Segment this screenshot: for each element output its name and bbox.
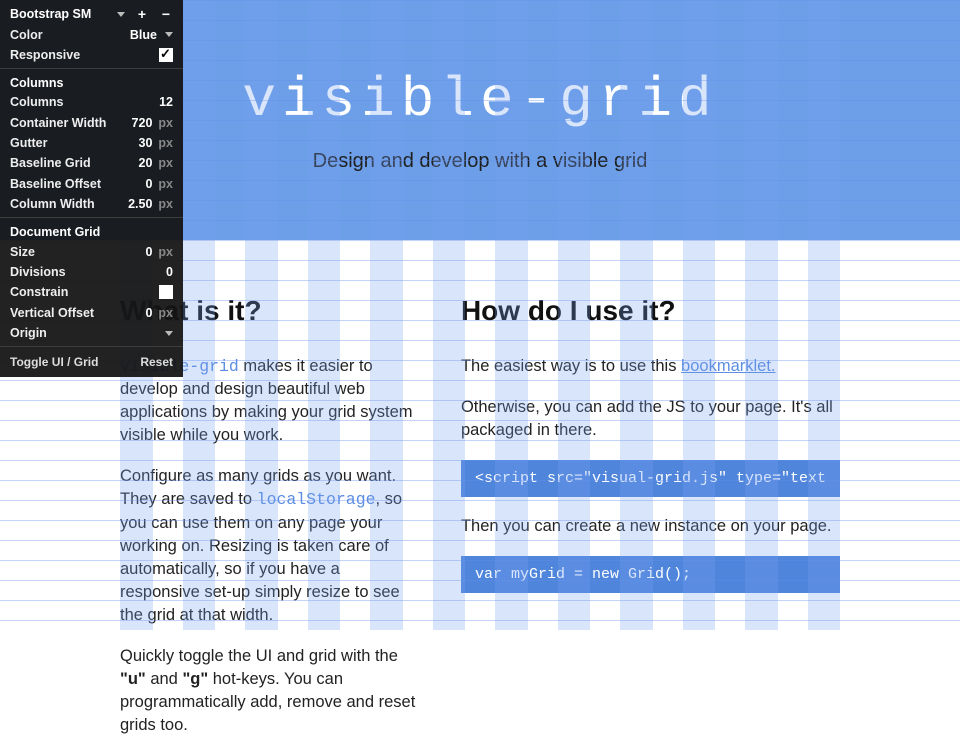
how-paragraph-2: Otherwise, you can add the JS to your pa… bbox=[461, 396, 840, 442]
constrain-checkbox[interactable] bbox=[159, 285, 173, 299]
responsive-label: Responsive bbox=[10, 48, 80, 62]
how-use-heading: How do I use it? bbox=[461, 295, 840, 327]
color-value: Blue bbox=[130, 28, 157, 42]
page-title: visible-grid bbox=[242, 68, 717, 132]
columns-value: 12 bbox=[159, 95, 173, 109]
how-paragraph-3: Then you can create a new instance on yo… bbox=[461, 515, 840, 538]
code-script-tag: <script src="visual-grid.js" type="text bbox=[461, 460, 840, 497]
code-localstorage: localStorage bbox=[257, 490, 376, 509]
hotkey-u: "u" bbox=[120, 670, 146, 688]
column-width-value: 2.50 bbox=[128, 197, 152, 211]
code-new-grid: var myGrid = new Grid(); bbox=[461, 556, 840, 593]
page-subtitle: Design and develop with a visible grid bbox=[313, 150, 648, 173]
remove-grid-button[interactable]: − bbox=[159, 7, 173, 21]
columns-row[interactable]: Columns 12 bbox=[0, 92, 183, 112]
divisions-row[interactable]: Divisions 0 bbox=[0, 262, 183, 282]
what-paragraph-2: Configure as many grids as you want. The… bbox=[120, 465, 421, 627]
add-grid-button[interactable]: + bbox=[135, 7, 149, 21]
how-paragraph-1: The easiest way is to use this bookmarkl… bbox=[461, 355, 840, 378]
gutter-row[interactable]: Gutter 30px bbox=[0, 133, 183, 153]
baseline-offset-row[interactable]: Baseline Offset 0px bbox=[0, 174, 183, 194]
columns-section-header: Columns bbox=[0, 72, 183, 92]
bookmarklet-link[interactable]: bookmarklet. bbox=[681, 357, 775, 375]
constrain-row[interactable]: Constrain bbox=[0, 282, 183, 302]
baseline-grid-row[interactable]: Baseline Grid 20px bbox=[0, 153, 183, 173]
container-width-value: 720 bbox=[132, 116, 153, 130]
chevron-down-icon bbox=[165, 32, 173, 37]
size-value: 0 bbox=[145, 245, 152, 259]
reset-button[interactable]: Reset bbox=[140, 355, 173, 369]
vertical-offset-value: 0 bbox=[145, 306, 152, 320]
hotkey-g: "g" bbox=[182, 670, 208, 688]
color-label: Color bbox=[10, 28, 43, 42]
gutter-value: 30 bbox=[139, 136, 153, 150]
origin-row[interactable]: Origin bbox=[0, 323, 183, 343]
container-width-row[interactable]: Container Width 720px bbox=[0, 113, 183, 133]
baseline-grid-value: 20 bbox=[139, 156, 153, 170]
vertical-offset-row[interactable]: Vertical Offset 0px bbox=[0, 303, 183, 323]
content: What is it? visible-grid makes it easier… bbox=[120, 240, 840, 755]
chevron-down-icon bbox=[165, 331, 173, 336]
column-width-row[interactable]: Column Width 2.50px bbox=[0, 194, 183, 214]
toggle-ui-grid-button[interactable]: Toggle UI / Grid bbox=[10, 355, 98, 369]
chevron-down-icon bbox=[117, 12, 125, 17]
preset-row[interactable]: Bootstrap SM + − bbox=[0, 4, 183, 24]
color-row[interactable]: Color Blue bbox=[0, 24, 183, 44]
responsive-checkbox[interactable] bbox=[159, 48, 173, 62]
document-grid-section-header: Document Grid bbox=[0, 221, 183, 241]
preset-label: Bootstrap SM bbox=[10, 7, 91, 21]
grid-settings-panel: Bootstrap SM + − Color Blue Responsive C… bbox=[0, 0, 183, 377]
how-use-column: How do I use it? The easiest way is to u… bbox=[461, 295, 840, 755]
baseline-offset-value: 0 bbox=[145, 177, 152, 191]
responsive-row[interactable]: Responsive bbox=[0, 45, 183, 65]
what-paragraph-3: Quickly toggle the UI and grid with the … bbox=[120, 645, 421, 737]
divisions-value: 0 bbox=[166, 265, 173, 279]
size-row[interactable]: Size 0px bbox=[0, 241, 183, 261]
